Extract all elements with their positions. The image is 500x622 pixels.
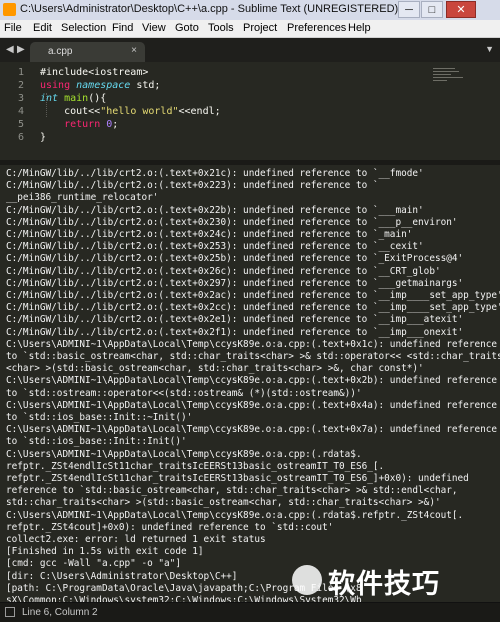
- code-token: namespace: [76, 80, 131, 91]
- code-token: }: [40, 132, 47, 143]
- menu-edit[interactable]: Edit: [33, 22, 52, 34]
- code-token: int: [40, 93, 59, 104]
- code-token: (){: [88, 93, 107, 104]
- panel-toggle-icon[interactable]: [5, 607, 15, 617]
- output-line: [Finished in 1.5s with exit code 1]: [6, 546, 204, 558]
- menu-goto[interactable]: Goto: [175, 22, 199, 34]
- output-line: refptr._ZSt4cout]+0x0): undefined refere…: [6, 521, 334, 533]
- output-line: C:/MinGW/lib/../lib/crt2.o:(.text+0x21c)…: [6, 168, 424, 179]
- output-line: to `std::ios_base::Init::~Init()': [6, 412, 193, 423]
- output-line: refptr._ZSt4endlIcSt11char_traitsIcEERSt…: [6, 473, 469, 484]
- cursor-position: Line 6, Column 2: [22, 607, 98, 618]
- output-line: C:\Users\ADMINI~1\AppData\Local\Temp\ccy…: [6, 509, 464, 521]
- code-token: #include<iostream>: [40, 67, 149, 78]
- output-line: sX\Common;C:\Windows\system32;C:\Windows…: [6, 595, 362, 602]
- output-line: reference to `std::basic_ostream<char, s…: [6, 485, 458, 497]
- menu-tools[interactable]: Tools: [208, 22, 234, 34]
- code-token: <<endl;: [178, 106, 221, 117]
- output-line: C:/MinGW/lib/../lib/crt2.o:(.text+0x2e1)…: [6, 314, 464, 326]
- tab-close-icon[interactable]: ×: [131, 45, 137, 56]
- output-line: C:/MinGW/lib/../lib/crt2.o:(.text+0x2cc)…: [6, 302, 500, 314]
- menu-selection[interactable]: Selection: [61, 22, 106, 34]
- menu-find[interactable]: Find: [112, 22, 133, 34]
- watermark-text: 软件技巧: [328, 569, 440, 600]
- menu-view[interactable]: View: [142, 22, 166, 34]
- code-line[interactable]: cout<<"hello world"<<endl;: [40, 106, 221, 117]
- output-line: C:\Users\ADMINI~1\AppData\Local\Temp\ccy…: [6, 448, 362, 460]
- output-line: C:/MinGW/lib/../lib/crt2.o:(.text+0x26c)…: [6, 265, 441, 277]
- code-line[interactable]: return 0;: [40, 119, 118, 130]
- indent-guide: [46, 93, 48, 117]
- code-token: return: [64, 119, 101, 130]
- output-line: collect2.exe: error: ld returned 1 exit …: [6, 534, 266, 545]
- output-line: __pei386_runtime_relocator': [6, 192, 159, 204]
- minimize-button[interactable]: ─: [398, 1, 420, 18]
- code-token: std;: [130, 80, 161, 91]
- tab-bar: ◀ ▶ a.cpp × ▼: [0, 38, 500, 62]
- menu-help[interactable]: Help: [348, 22, 371, 34]
- output-line: std::char_traits<char> >(std::basic_ostr…: [6, 497, 441, 509]
- output-line: C:\Users\ADMINI~1\AppData\Local\Temp\ccy…: [6, 338, 498, 350]
- title-bar: C:\Users\Administrator\Desktop\C++\a.cpp…: [0, 0, 500, 21]
- code-token: main: [64, 93, 89, 104]
- code-token: "hello world": [100, 106, 179, 117]
- line-number: 4: [17, 106, 24, 117]
- output-line: [dir: C:\Users\Administrator\Desktop\C++…: [6, 570, 238, 582]
- line-number: 3: [17, 93, 24, 104]
- code-line[interactable]: #include<iostream>: [40, 67, 148, 78]
- output-line: C:/MinGW/lib/../lib/crt2.o:(.text+0x24c)…: [6, 229, 413, 240]
- output-line: refptr._ZSt4endlIcSt11char_traitsIcEERSt…: [6, 460, 385, 472]
- output-line: to `std::basic_ostream<char, std::char_t…: [6, 351, 500, 362]
- window-title: C:\Users\Administrator\Desktop\C++\a.cpp…: [20, 3, 399, 15]
- output-line: C:/MinGW/lib/../lib/crt2.o:(.text+0x2f1)…: [6, 326, 464, 338]
- menu-project[interactable]: Project: [243, 22, 277, 34]
- tab-overflow-icon[interactable]: ▼: [485, 44, 494, 54]
- output-line: <char> >(std::basic_ostream<char, std::c…: [6, 363, 424, 375]
- output-line: C:\Users\ADMINI~1\AppData\Local\Temp\ccy…: [6, 424, 498, 436]
- output-line: C:\Users\ADMINI~1\AppData\Local\Temp\ccy…: [6, 399, 498, 411]
- line-number: 5: [17, 119, 24, 130]
- code-line[interactable]: using namespace std;: [40, 80, 160, 91]
- tab-a-cpp[interactable]: a.cpp ×: [30, 42, 145, 62]
- tab-forward-icon[interactable]: ▶: [17, 44, 25, 55]
- build-output-panel[interactable]: C:/MinGW/lib/../lib/crt2.o:(.text+0x21c)…: [0, 165, 500, 602]
- output-line: C:/MinGW/lib/../lib/crt2.o:(.text+0x2ac)…: [6, 290, 500, 301]
- output-line: C:\Users\ADMINI~1\AppData\Local\Temp\ccy…: [6, 375, 498, 387]
- code-editor[interactable]: 1 2 3 4 5 6 #include<iostream> using namespace…: [0, 62, 500, 160]
- status-bar: Line 6, Column 2: [0, 602, 500, 622]
- maximize-button[interactable]: □: [421, 1, 443, 18]
- tab-back-icon[interactable]: ◀: [6, 44, 14, 55]
- output-line: to `std::ostream::operator<<(std::ostrea…: [6, 387, 362, 399]
- code-token: cout<<: [40, 106, 101, 117]
- menu-file[interactable]: File: [4, 22, 22, 34]
- menu-bar: File Edit Selection Find View Goto Tools…: [0, 20, 500, 38]
- output-line: C:/MinGW/lib/../lib/crt2.o:(.text+0x253)…: [6, 241, 424, 253]
- output-line: C:/MinGW/lib/../lib/crt2.o:(.text+0x223)…: [6, 180, 379, 192]
- menu-preferences[interactable]: Preferences: [287, 22, 346, 34]
- watermark-logo: [292, 565, 322, 595]
- code-token: using: [40, 80, 71, 91]
- tab-label: a.cpp: [48, 46, 73, 57]
- output-line: C:/MinGW/lib/../lib/crt2.o:(.text+0x230)…: [6, 216, 458, 228]
- minimap[interactable]: [433, 66, 473, 88]
- output-line: to `std::ios_base::Init::Init()': [6, 436, 187, 448]
- code-token: ;: [112, 119, 119, 130]
- sublime-app-icon: [3, 3, 16, 16]
- close-button[interactable]: ✕: [446, 1, 476, 18]
- code-line[interactable]: int main(){: [40, 93, 106, 104]
- output-line: [cmd: gcc -Wall "a.cpp" -o "a"]: [6, 558, 181, 570]
- output-line: C:/MinGW/lib/../lib/crt2.o:(.text+0x25b)…: [6, 253, 464, 265]
- code-line[interactable]: }: [40, 132, 46, 143]
- output-line: C:/MinGW/lib/../lib/crt2.o:(.text+0x22b)…: [6, 204, 424, 216]
- line-number: 2: [17, 80, 24, 91]
- line-number: 6: [17, 132, 24, 143]
- line-number: 1: [17, 67, 24, 78]
- output-line: C:/MinGW/lib/../lib/crt2.o:(.text+0x297)…: [6, 277, 464, 289]
